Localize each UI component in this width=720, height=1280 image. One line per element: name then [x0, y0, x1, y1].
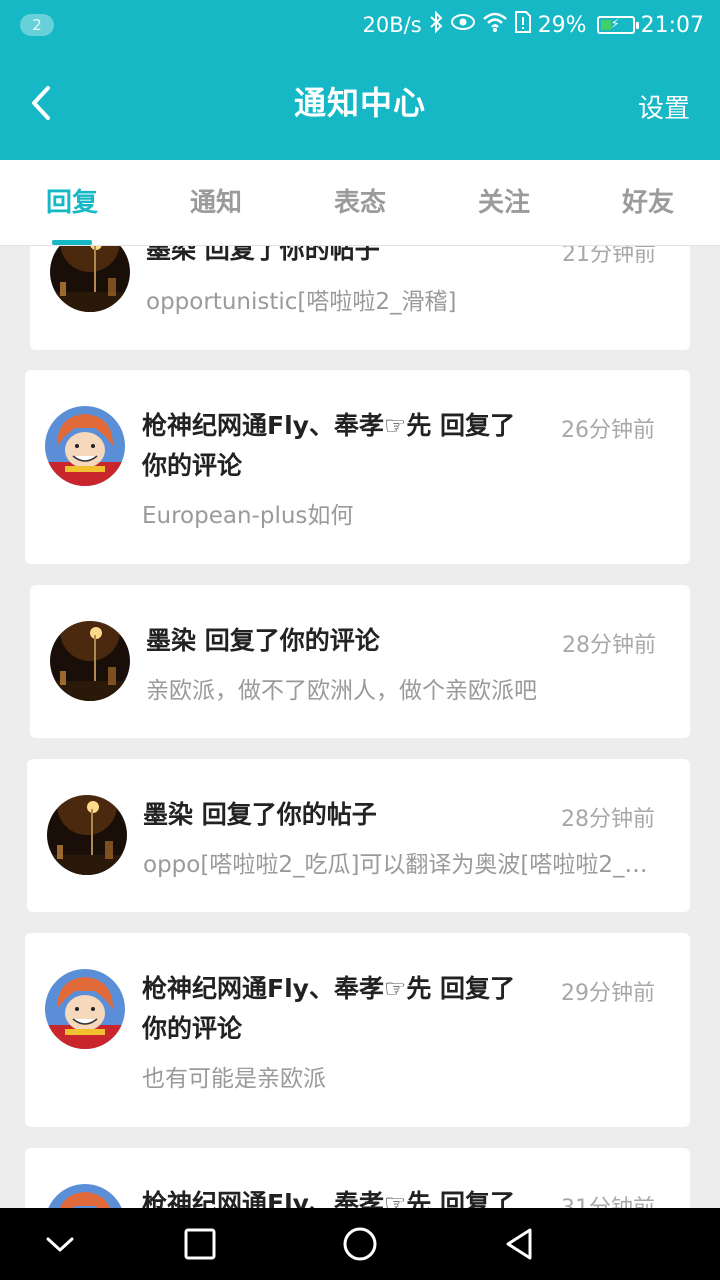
app-header: 2 20B/s 29% ⚡ 21:07 通知中心 设置 — [0, 0, 720, 160]
notification-title: 枪神纪网通Fly、奉孝☞先 回复了你的评论 — [142, 411, 516, 480]
nav-back-button[interactable] — [500, 1224, 540, 1264]
notification-body: oppo[嗒啦啦2_吃瓜]可以翻译为奥波[嗒啦啦2_滑稽] — [143, 852, 663, 878]
avatar — [45, 969, 125, 1049]
notification-body: 亲欧派，做不了欧洲人，做个亲欧派吧 — [146, 678, 537, 704]
triangle-back-icon — [506, 1228, 532, 1260]
status-icons: 20B/s 29% ⚡ 21:07 — [363, 10, 704, 40]
hide-nav-button[interactable] — [40, 1224, 80, 1264]
notification-time: 21分钟前 — [562, 246, 656, 267]
notification-body: European-plus如何 — [142, 503, 354, 529]
avatar — [45, 406, 125, 486]
battery-percent: 29% — [537, 12, 587, 38]
list-item[interactable]: 墨染 回复了你的评论 28分钟前 亲欧派，做不了欧洲人，做个亲欧派吧 — [30, 585, 690, 738]
home-button[interactable] — [340, 1224, 380, 1264]
settings-button[interactable]: 设置 — [638, 88, 690, 125]
list-item[interactable]: 墨染 回复了你的帖子 21分钟前 opportunistic[嗒啦啦2_滑稽] — [30, 246, 690, 350]
recent-apps-button[interactable] — [180, 1224, 220, 1264]
wifi-icon — [482, 11, 508, 39]
tab-replies[interactable]: 回复 — [0, 160, 144, 245]
notification-title: 墨染 回复了你的评论 — [146, 626, 380, 655]
tab-follows[interactable]: 关注 — [432, 160, 576, 245]
notification-time: 28分钟前 — [562, 633, 656, 658]
notification-title: 枪神纪网通Fly、奉孝☞先 回复了你的评论 — [142, 974, 516, 1043]
tab-friends[interactable]: 好友 — [576, 160, 720, 245]
anime-character-avatar-icon — [45, 406, 125, 486]
notification-time: 26分钟前 — [561, 418, 655, 443]
notification-title: 墨染 回复了你的帖子 — [146, 246, 380, 264]
street-night-avatar-icon — [47, 795, 127, 875]
sim-alert-icon — [514, 10, 532, 40]
tab-bar: 回复 通知 表态 关注 好友 — [0, 160, 720, 246]
chevron-down-icon — [46, 1237, 74, 1252]
street-night-avatar-icon — [50, 246, 130, 312]
net-speed: 20B/s — [362, 13, 422, 37]
page-title: 通知中心 — [293, 84, 426, 122]
avatar — [45, 1184, 125, 1208]
eye-icon — [450, 12, 476, 38]
avatar — [50, 621, 130, 701]
notification-title: 墨染 回复了你的帖子 — [143, 800, 377, 829]
list-item[interactable]: 枪神纪网通Fly、奉孝☞先 回复了你的评论 31分钟前 — [25, 1148, 690, 1208]
notification-count-badge: 2 — [20, 14, 54, 36]
notification-time: 31分钟前 — [561, 1190, 655, 1208]
clock: 21:07 — [640, 12, 704, 38]
bluetooth-icon — [428, 10, 444, 40]
notification-body: opportunistic[嗒啦啦2_滑稽] — [146, 289, 457, 315]
street-night-avatar-icon — [50, 621, 130, 701]
avatar — [50, 246, 130, 312]
list-item[interactable]: 墨染 回复了你的帖子 28分钟前 oppo[嗒啦啦2_吃瓜]可以翻译为奥波[嗒啦… — [27, 759, 690, 912]
battery-icon: ⚡ — [596, 16, 639, 34]
square-icon — [184, 1228, 216, 1260]
anime-character-avatar-icon — [45, 1184, 125, 1208]
notification-title: 枪神纪网通Fly、奉孝☞先 回复了你的评论 — [142, 1189, 516, 1208]
avatar — [47, 795, 127, 875]
system-nav-bar — [0, 1208, 720, 1280]
anime-character-avatar-icon — [45, 969, 125, 1049]
circle-icon — [343, 1227, 377, 1261]
tab-notifications[interactable]: 通知 — [144, 160, 288, 245]
list-item[interactable]: 枪神纪网通Fly、奉孝☞先 回复了你的评论 26分钟前 European-plu… — [25, 370, 690, 564]
notification-body: 也有可能是亲欧派 — [142, 1066, 326, 1092]
list-item[interactable]: 枪神纪网通Fly、奉孝☞先 回复了你的评论 29分钟前 也有可能是亲欧派 — [25, 933, 690, 1127]
notification-time: 28分钟前 — [561, 807, 655, 832]
status-bar: 2 20B/s 29% ⚡ 21:07 — [0, 0, 720, 50]
notification-time: 29分钟前 — [561, 981, 655, 1006]
tab-reactions[interactable]: 表态 — [288, 160, 432, 245]
notification-list: 墨染 回复了你的帖子 21分钟前 opportunistic[嗒啦啦2_滑稽] … — [0, 246, 720, 1208]
